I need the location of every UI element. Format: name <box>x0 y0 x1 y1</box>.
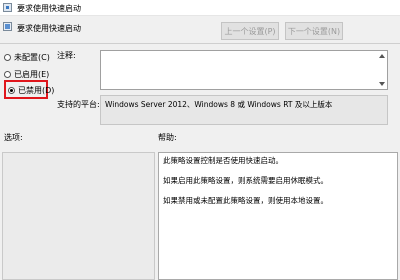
header-divider <box>0 43 400 44</box>
previous-setting-button[interactable]: 上一个设置(P) <box>221 22 279 40</box>
title-bar: 要求使用快速启动 <box>0 0 400 16</box>
help-paragraph: 此策略设置控制是否使用快速启动。 <box>163 156 283 165</box>
help-paragraph: 如果启用此策略设置，则系统需要启用休眠模式。 <box>163 176 328 185</box>
radio-enabled-label: 已启用(E) <box>14 69 50 79</box>
options-panel <box>2 152 155 280</box>
policy-setting-icon <box>3 22 12 31</box>
radio-disabled[interactable]: 已禁用(D) <box>8 84 54 96</box>
help-panel: 此策略设置控制是否使用快速启动。 如果启用此策略设置，则系统需要启用休眠模式。 … <box>158 152 398 280</box>
policy-app-icon <box>3 3 12 12</box>
help-section-label: 帮助: <box>158 133 177 142</box>
next-setting-button[interactable]: 下一个设置(N) <box>285 22 343 40</box>
radio-enabled-circle[interactable] <box>4 70 11 78</box>
supported-platforms-label: 支持的平台: <box>57 100 100 109</box>
window-title: 要求使用快速启动 <box>17 4 81 13</box>
options-section-label: 选项: <box>4 133 23 142</box>
radio-not-configured-circle[interactable] <box>4 53 11 61</box>
radio-disabled-circle[interactable] <box>8 86 15 94</box>
radio-not-configured-label: 未配置(C) <box>14 52 50 62</box>
scroll-up-icon[interactable] <box>379 54 385 58</box>
help-paragraph: 如果禁用或未配置此策略设置，则使用本地设置。 <box>163 196 328 205</box>
supported-platforms-value: Windows Server 2012、Windows 8 或 Windows … <box>100 95 388 125</box>
policy-title: 要求使用快速启动 <box>17 24 81 33</box>
comment-label: 注释: <box>57 51 76 60</box>
radio-disabled-label: 已禁用(D) <box>18 85 55 95</box>
scroll-down-icon[interactable] <box>379 82 385 86</box>
radio-not-configured[interactable]: 未配置(C) <box>4 51 50 63</box>
radio-enabled[interactable]: 已启用(E) <box>4 68 49 80</box>
comment-textarea[interactable] <box>100 50 388 90</box>
